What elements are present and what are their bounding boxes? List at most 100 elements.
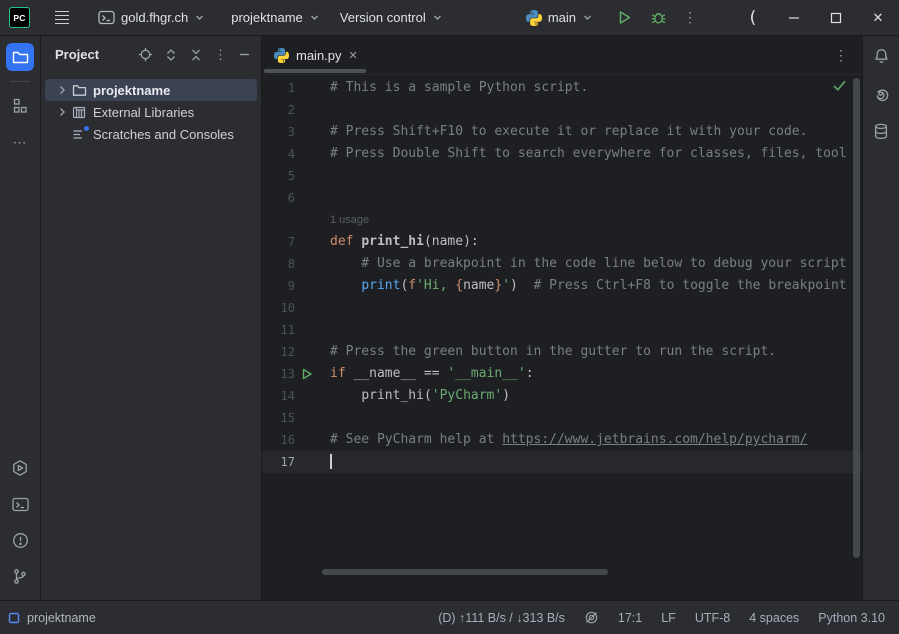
git-tool-button[interactable]	[6, 562, 34, 590]
active-tab-underline	[264, 69, 366, 73]
problems-exclamation-icon	[12, 532, 29, 549]
tree-item-label: External Libraries	[93, 105, 194, 120]
tree-item-external-libraries[interactable]: External Libraries	[45, 101, 257, 123]
code-line[interactable]: 9 print(f'Hi, {name}') # Press Ctrl+F8 t…	[262, 275, 862, 297]
code-line[interactable]: 8 # Use a breakpoint in the code line be…	[262, 253, 862, 275]
run-line-gutter-icon[interactable]	[298, 363, 316, 385]
project-tree: projektname External Libraries	[41, 73, 261, 145]
services-tool-button[interactable]	[6, 454, 34, 482]
ai-assistant-icon[interactable]	[873, 85, 890, 102]
code-line[interactable]: 1# This is a sample Python script.	[262, 77, 862, 99]
database-icon[interactable]	[873, 123, 889, 140]
interpreter-widget[interactable]: Python 3.10	[818, 611, 885, 625]
clock-badge	[83, 125, 90, 132]
code-line[interactable]: 3# Press Shift+F10 to execute it or repl…	[262, 121, 862, 143]
inspections-ok-check-icon[interactable]	[833, 80, 846, 92]
scratches-icon	[70, 128, 88, 141]
project-panel: Project ⋮	[41, 36, 262, 600]
project-tool-button[interactable]	[6, 43, 34, 71]
code-line[interactable]: 14 print_hi('PyCharm')	[262, 385, 862, 407]
chevron-down-icon	[432, 12, 443, 23]
indent-widget[interactable]: 4 spaces	[749, 611, 799, 625]
text-caret	[330, 454, 332, 469]
more-actions-button[interactable]: ⋮	[677, 5, 703, 31]
tree-item-label: projektname	[93, 83, 170, 98]
code-line[interactable]: 15	[262, 407, 862, 429]
editor-options-icon[interactable]: ⋮	[834, 47, 862, 64]
services-hexagon-play-icon	[11, 459, 29, 477]
tree-item-scratches[interactable]: Scratches and Consoles	[45, 123, 257, 145]
editor-area: main.py ✕ ⋮ 1# This is a sample Python s…	[262, 36, 862, 600]
python-file-icon	[274, 48, 289, 63]
code-line[interactable]: 2	[262, 99, 862, 121]
tab-main-py[interactable]: main.py ✕	[262, 36, 368, 74]
pycharm-logo-icon: PC	[9, 7, 30, 28]
window-close-button[interactable]: ✕	[863, 3, 893, 33]
code-line[interactable]: 13if __name__ == '__main__':	[262, 363, 862, 385]
code-line[interactable]: 16# See PyCharm help at https://www.jetb…	[262, 429, 862, 451]
inlay-usage-hint[interactable]: 1 usage	[262, 209, 862, 231]
status-bar: projektname (D) ↑111 B/s / ↓313 B/s 17:1…	[0, 600, 899, 634]
library-icon	[70, 106, 88, 119]
more-tool-windows-button[interactable]: ⋯	[6, 128, 34, 156]
code-line[interactable]: 10	[262, 297, 862, 319]
window-minimize-button[interactable]	[779, 3, 809, 33]
caret-position-widget[interactable]: 17:1	[618, 611, 642, 625]
vcs-widget[interactable]: Version control	[334, 6, 449, 29]
tab-label: main.py	[296, 48, 342, 63]
code-line[interactable]: 5	[262, 165, 862, 187]
code-editor[interactable]: 1# This is a sample Python script.23# Pr…	[262, 75, 862, 600]
vertical-scrollbar-thumb[interactable]	[853, 78, 860, 558]
remote-host-widget[interactable]: gold.fhgr.ch	[92, 6, 211, 29]
notifications-bell-icon[interactable]	[873, 47, 890, 64]
panel-options-icon[interactable]: ⋮	[214, 47, 227, 63]
window-maximize-button[interactable]	[821, 3, 851, 33]
tree-item-label: Scratches and Consoles	[93, 127, 234, 142]
code-line[interactable]: 7def print_hi(name):	[262, 231, 862, 253]
tree-item-projektname[interactable]: projektname	[45, 79, 257, 101]
status-project-widget[interactable]: projektname	[8, 611, 96, 625]
terminal-tool-button[interactable]	[6, 490, 34, 518]
code-lines: 1# This is a sample Python script.23# Pr…	[262, 77, 862, 473]
project-widget-label: projektname	[231, 10, 303, 25]
hide-panel-icon[interactable]	[238, 48, 251, 61]
structure-tool-button[interactable]	[6, 92, 34, 120]
collapse-all-icon[interactable]	[189, 48, 203, 62]
locate-file-icon[interactable]	[138, 47, 153, 62]
problems-tool-button[interactable]	[6, 526, 34, 554]
code-line[interactable]: 4# Press Double Shift to search everywhe…	[262, 143, 862, 165]
code-line[interactable]: 12# Press the green button in the gutter…	[262, 341, 862, 363]
terminal-icon	[12, 497, 29, 512]
remote-host-label: gold.fhgr.ch	[121, 10, 188, 25]
run-button[interactable]	[611, 5, 637, 31]
line-separator-widget[interactable]: LF	[661, 611, 676, 625]
git-branch-icon	[12, 568, 28, 585]
chevron-down-icon	[582, 12, 593, 23]
spinner-arc-icon: (	[741, 8, 765, 28]
network-speed-widget[interactable]: (D) ↑111 B/s / ↓313 B/s	[438, 611, 565, 625]
python-logo-icon	[526, 10, 542, 26]
chevron-down-icon	[194, 12, 205, 23]
chevron-right-icon[interactable]	[54, 85, 70, 95]
right-tool-strip	[862, 36, 899, 600]
folder-icon	[70, 84, 88, 97]
left-tool-strip: ⋯	[0, 36, 41, 600]
chevron-right-icon[interactable]	[54, 107, 70, 117]
debug-button[interactable]	[645, 5, 671, 31]
project-widget[interactable]: projektname	[225, 6, 326, 29]
code-line[interactable]: 6	[262, 187, 862, 209]
editor-tab-bar: main.py ✕ ⋮	[262, 36, 862, 75]
run-config-widget[interactable]: main	[520, 6, 599, 30]
terminal-icon	[98, 10, 115, 25]
code-line[interactable]: 17	[262, 451, 862, 473]
main-menu-button[interactable]	[50, 6, 74, 30]
expand-all-icon[interactable]	[164, 48, 178, 62]
highlighting-level-icon[interactable]	[584, 610, 599, 625]
encoding-widget[interactable]: UTF-8	[695, 611, 730, 625]
code-line[interactable]: 11	[262, 319, 862, 341]
tab-close-icon[interactable]: ✕	[349, 49, 358, 62]
folder-icon	[12, 50, 29, 65]
horizontal-scrollbar-thumb[interactable]	[322, 569, 608, 575]
title-bar: PC gold.fhgr.ch projektname Version cont…	[0, 0, 899, 36]
vcs-widget-label: Version control	[340, 10, 426, 25]
